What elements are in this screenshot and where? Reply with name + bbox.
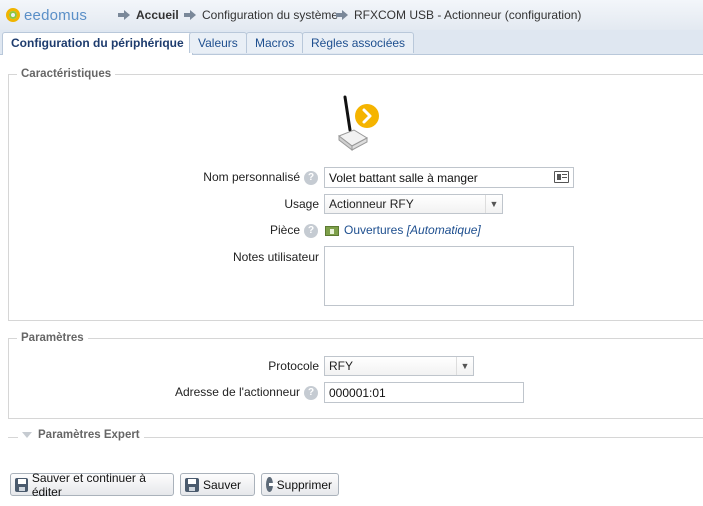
help-icon[interactable]: ?	[304, 171, 318, 185]
delete-button[interactable]: Supprimer	[261, 473, 339, 496]
usage-select-value: Actionneur RFY	[329, 197, 414, 211]
breadcrumb-label: RFXCOM USB - Actionneur (configuration)	[354, 8, 582, 22]
address-label: Adresse de l'actionneur	[174, 385, 300, 399]
tab-device-config[interactable]: Configuration du périphérique	[2, 32, 193, 55]
notes-textarea[interactable]	[324, 246, 574, 306]
breadcrumb-label: Accueil	[136, 8, 179, 22]
help-icon[interactable]: ?	[304, 224, 318, 238]
delete-label: Supprimer	[276, 477, 332, 492]
save-label: Sauver	[203, 477, 242, 492]
chevron-down-icon: ▼	[485, 195, 502, 213]
breadcrumb-arrow-icon	[336, 10, 348, 20]
notes-label: Notes utilisateur	[232, 250, 319, 264]
save-continue-label: Sauver et continuer à éditer	[31, 470, 146, 499]
top-bar: eedomus Accueil Configuration du système…	[0, 0, 703, 31]
save-continue-button[interactable]: Sauver et continuer à éditer	[10, 470, 174, 499]
minus-circle-icon	[266, 477, 278, 492]
breadcrumb-arrow-icon	[118, 10, 130, 20]
save-button[interactable]: Sauver	[180, 473, 255, 496]
breadcrumb-system-config[interactable]: Configuration du système	[184, 8, 338, 22]
room-icon	[325, 226, 339, 236]
rf-actuator-icon	[337, 95, 379, 152]
logo-text: eedomus	[24, 6, 88, 24]
name-label: Nom personnalisé	[203, 170, 300, 184]
protocol-select[interactable]: RFY ▼	[324, 356, 474, 376]
breadcrumb-arrow-icon	[184, 10, 196, 20]
usage-label: Usage	[284, 197, 319, 211]
room-value: Ouvertures	[344, 223, 404, 237]
room-label: Pièce	[269, 223, 300, 237]
name-input[interactable]: Volet battant salle à manger	[324, 167, 574, 188]
protocol-label: Protocole	[268, 359, 319, 373]
breadcrumb-home[interactable]: Accueil	[118, 8, 179, 22]
collapse-triangle-icon	[22, 432, 32, 438]
address-input[interactable]: 000001:01	[324, 382, 524, 403]
tab-values[interactable]: Valeurs	[189, 32, 247, 53]
floppy-disk-icon	[15, 477, 28, 492]
arrow-badge-icon	[355, 104, 379, 128]
address-input-value: 000001:01	[329, 385, 386, 400]
tab-macros[interactable]: Macros	[246, 32, 304, 53]
name-input-value: Volet battant salle à manger	[329, 170, 478, 185]
characteristics-legend: Caractéristiques	[21, 68, 112, 80]
chevron-down-icon: ▼	[456, 357, 473, 375]
room-auto-tag: [Automatique]	[406, 223, 481, 237]
contact-card-icon[interactable]	[554, 171, 569, 183]
tab-associated-rules[interactable]: Règles associées	[302, 32, 415, 53]
protocol-select-value: RFY	[329, 359, 353, 373]
usage-select[interactable]: Actionneur RFY ▼	[324, 194, 503, 214]
parameters-legend: Paramètres	[21, 332, 84, 344]
eedomus-logo[interactable]: eedomus	[6, 5, 87, 25]
expert-section-toggle[interactable]: Paramètres Expert	[18, 429, 144, 441]
breadcrumb-label: Configuration du système	[202, 8, 339, 22]
logo-ring-icon	[6, 8, 20, 22]
breadcrumb-current: RFXCOM USB - Actionneur (configuration)	[336, 8, 581, 22]
floppy-disk-icon	[185, 477, 199, 492]
tab-bar: Configuration du périphérique Valeurs Ma…	[0, 30, 703, 55]
expert-legend: Paramètres Expert	[38, 429, 140, 441]
help-icon[interactable]: ?	[304, 386, 318, 400]
room-link[interactable]: Ouvertures [Automatique]	[344, 223, 481, 237]
